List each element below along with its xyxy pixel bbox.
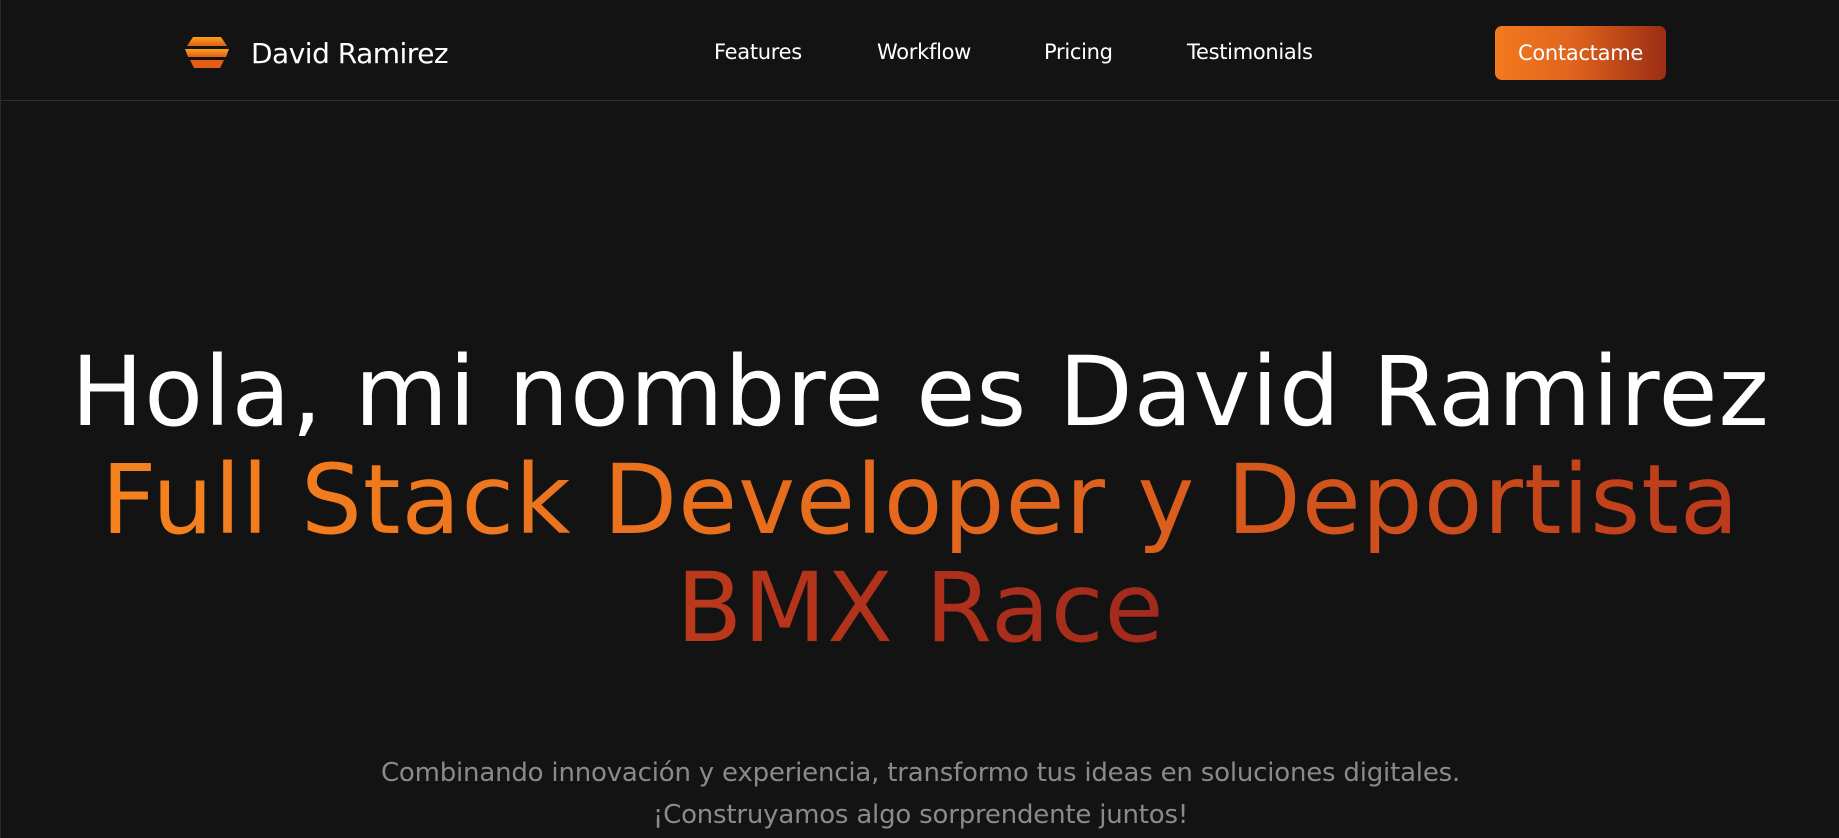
hero-title-plain: Hola, mi nombre es David Ramirez [71,336,1770,448]
hero-title-accent: Full Stack Developer y Deportista BMX Ra… [101,444,1740,664]
brand-name: David Ramirez [251,36,449,70]
stacked-layers-logo-icon [185,37,229,68]
page: David Ramirez Features Workflow Pricing … [0,0,1839,838]
brand[interactable]: David Ramirez [181,33,449,73]
navbar: David Ramirez Features Workflow Pricing … [1,0,1839,101]
nav-link-testimonials[interactable]: Testimonials [1187,40,1313,64]
nav-link-features[interactable]: Features [714,40,802,64]
hero-title: Hola, mi nombre es David Ramirez Full St… [1,338,1839,662]
nav-link-pricing[interactable]: Pricing [1044,40,1113,64]
nav-link-workflow[interactable]: Workflow [877,40,971,64]
contact-button[interactable]: Contactame [1495,26,1666,80]
hero-subtitle-line-1: Combinando innovación y experiencia, tra… [380,758,1461,788]
hero-subtitle: Combinando innovación y experiencia, tra… [1,752,1839,836]
hero-subtitle-line-2: ¡Construyamos algo sorprendente juntos! [652,800,1189,830]
